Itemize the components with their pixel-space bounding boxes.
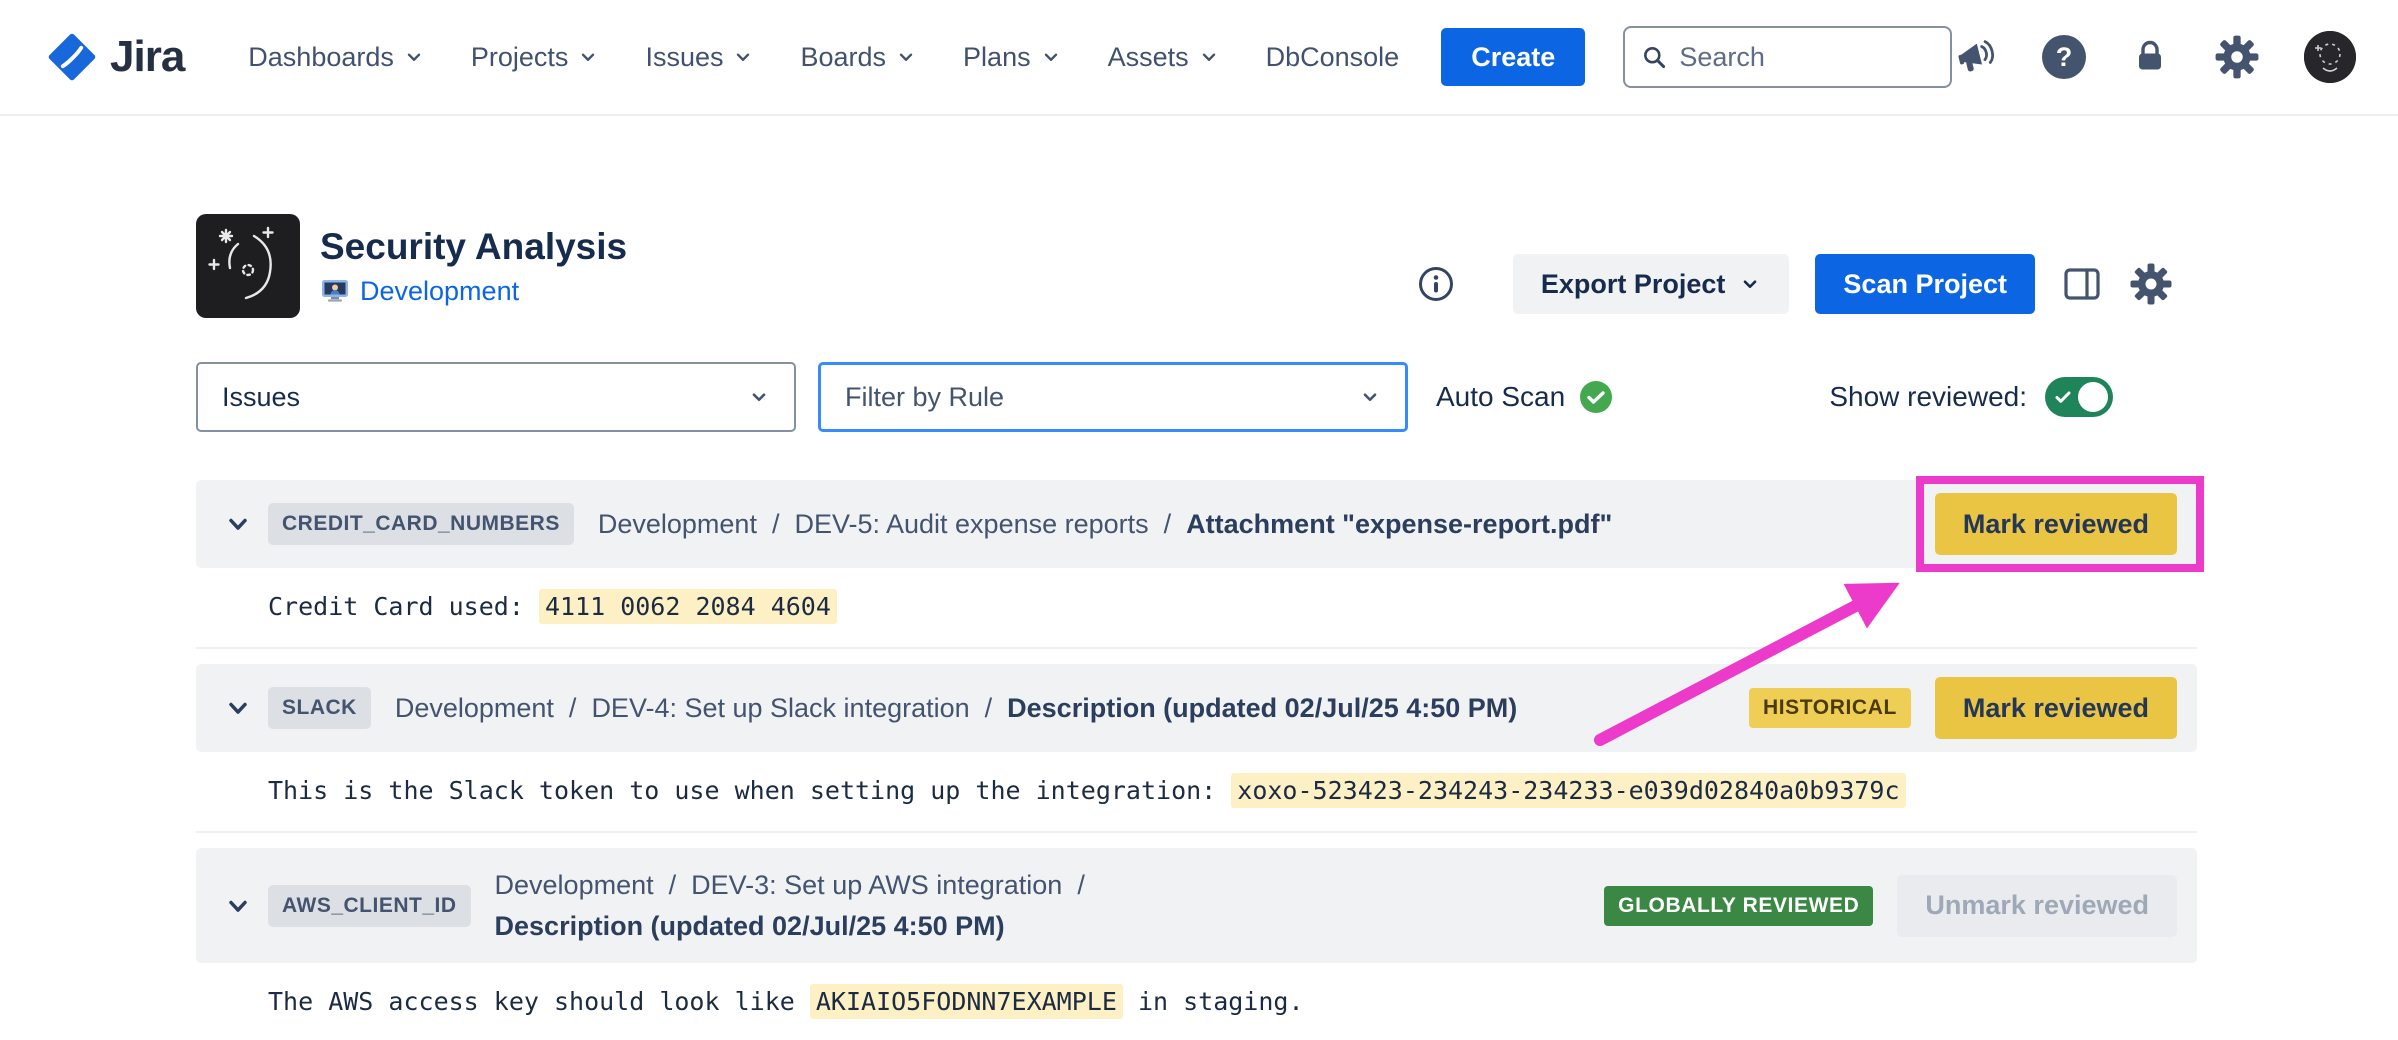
finding-header: SLACK Development / DEV-4: Set up Slack … xyxy=(196,664,2197,752)
mark-reviewed-button[interactable]: Mark reviewed xyxy=(1935,493,2177,555)
chevron-down-icon xyxy=(403,46,425,68)
nav-item-boards[interactable]: Boards xyxy=(800,42,917,73)
toggle-knob xyxy=(2078,382,2108,412)
finding-snippet: The AWS access key should look like AKIA… xyxy=(196,963,2197,1040)
rule-badge: AWS_CLIENT_ID xyxy=(268,885,471,927)
user-avatar[interactable] xyxy=(2304,31,2356,83)
page-body: Security Analysis Development xyxy=(0,214,2398,1040)
rule-filter-select[interactable]: Filter by Rule xyxy=(818,362,1408,432)
page-settings-button[interactable] xyxy=(2129,262,2173,306)
gear-icon xyxy=(2129,262,2173,306)
nav-item-projects[interactable]: Projects xyxy=(471,42,600,73)
chevron-down-icon xyxy=(895,46,917,68)
finding-snippet: This is the Slack token to use when sett… xyxy=(196,752,2197,833)
main-nav: Dashboards Projects Issues Boards Plans … xyxy=(248,42,1399,73)
secret-highlight: xoxo-523423-234243-234233-e039d02840a0b9… xyxy=(1231,773,1905,808)
project-header: Security Analysis Development xyxy=(196,214,2197,318)
chevron-down-icon xyxy=(1359,386,1381,408)
rule-badge: SLACK xyxy=(268,687,371,729)
findings-list: CREDIT_CARD_NUMBERS Development / DEV-5:… xyxy=(196,480,2197,1040)
collapse-chevron-icon[interactable] xyxy=(224,694,252,722)
export-project-button[interactable]: Export Project xyxy=(1513,254,1790,314)
finding-breadcrumb[interactable]: Development / DEV-4: Set up Slack integr… xyxy=(395,688,1517,729)
finding-actions: Mark reviewed xyxy=(1915,493,2177,555)
jira-logo[interactable]: Jira xyxy=(46,31,184,83)
info-button[interactable] xyxy=(1417,265,1455,303)
chevron-down-icon xyxy=(732,46,754,68)
search-input[interactable] xyxy=(1679,42,1934,73)
filter-row: Issues Filter by Rule Auto Scan Show rev… xyxy=(196,362,2197,432)
secret-highlight: 4111 0062 2084 4604 xyxy=(539,589,837,624)
finding-row-aws: AWS_CLIENT_ID Development / DEV-3: Set u… xyxy=(196,848,2197,1040)
issue-type-select[interactable]: Issues xyxy=(196,362,796,432)
nav-item-dbconsole[interactable]: DbConsole xyxy=(1266,42,1400,73)
jira-security-analysis-page: Jira Dashboards Projects Issues Boards P… xyxy=(0,0,2398,1040)
finding-actions: GLOBALLY REVIEWED Unmark reviewed xyxy=(1584,875,2177,937)
nav-item-issues[interactable]: Issues xyxy=(645,42,754,73)
project-breadcrumb-link[interactable]: Development xyxy=(320,276,627,307)
announcement-button[interactable] xyxy=(1952,34,1998,80)
top-navigation-bar: Jira Dashboards Projects Issues Boards P… xyxy=(0,0,2398,116)
globally-reviewed-badge: GLOBALLY REVIEWED xyxy=(1604,886,1873,926)
nav-item-plans[interactable]: Plans xyxy=(963,42,1062,73)
settings-button[interactable] xyxy=(2214,34,2260,80)
project-avatar xyxy=(196,214,300,318)
finding-row-slack: SLACK Development / DEV-4: Set up Slack … xyxy=(196,664,2197,833)
lock-icon xyxy=(2130,37,2170,77)
finding-row-credit-card: CREDIT_CARD_NUMBERS Development / DEV-5:… xyxy=(196,480,2197,649)
nav-item-dashboards[interactable]: Dashboards xyxy=(248,42,425,73)
rule-badge: CREDIT_CARD_NUMBERS xyxy=(268,503,574,545)
jira-logo-icon xyxy=(46,31,98,83)
details-panel-icon xyxy=(2061,263,2103,305)
search-icon xyxy=(1641,42,1667,72)
chevron-down-icon xyxy=(1040,46,1062,68)
security-button[interactable] xyxy=(2130,37,2170,77)
collapse-chevron-icon[interactable] xyxy=(224,892,252,920)
finding-header: AWS_CLIENT_ID Development / DEV-3: Set u… xyxy=(196,848,2197,963)
auto-scan-label: Auto Scan xyxy=(1436,381,1565,413)
finding-snippet: Credit Card used: 4111 0062 2084 4604 xyxy=(196,568,2197,649)
megaphone-icon xyxy=(1952,34,1998,80)
chevron-down-icon xyxy=(1198,46,1220,68)
project-name-label: Development xyxy=(360,276,519,307)
collapse-chevron-icon[interactable] xyxy=(224,510,252,538)
info-icon xyxy=(1417,265,1455,303)
finding-actions: HISTORICAL Mark reviewed xyxy=(1729,677,2177,739)
details-panel-button[interactable] xyxy=(2061,263,2103,305)
chevron-down-icon xyxy=(577,46,599,68)
finding-breadcrumb[interactable]: Development / DEV-3: Set up AWS integrat… xyxy=(495,865,1085,946)
secret-highlight: AKIAIO5FODNN7EXAMPLE xyxy=(810,984,1123,1019)
page-title: Security Analysis xyxy=(320,226,627,268)
title-block: Security Analysis Development xyxy=(320,214,627,318)
show-reviewed-label: Show reviewed: xyxy=(1829,381,2027,413)
show-reviewed-toggle[interactable] xyxy=(2045,377,2113,417)
unmark-reviewed-button[interactable]: Unmark reviewed xyxy=(1897,875,2177,937)
topbar-icon-group: ? xyxy=(1952,31,2356,83)
finding-header: CREDIT_CARD_NUMBERS Development / DEV-5:… xyxy=(196,480,2197,568)
scan-project-button[interactable]: Scan Project xyxy=(1815,254,2035,314)
historical-badge: HISTORICAL xyxy=(1749,688,1911,728)
create-button[interactable]: Create xyxy=(1441,28,1585,86)
jira-wordmark: Jira xyxy=(110,32,184,82)
project-avatar-art xyxy=(196,214,300,318)
auto-scan-status: Auto Scan xyxy=(1436,380,1613,414)
global-search[interactable] xyxy=(1623,26,1952,88)
chevron-down-icon xyxy=(748,386,770,408)
toggle-check-icon xyxy=(2054,388,2072,406)
header-actions: Export Project Scan Project xyxy=(1417,254,2197,314)
show-reviewed-control: Show reviewed: xyxy=(1829,377,2113,417)
nav-item-assets[interactable]: Assets xyxy=(1108,42,1220,73)
check-circle-icon xyxy=(1579,380,1613,414)
chevron-down-icon xyxy=(1739,273,1761,295)
question-mark-icon: ? xyxy=(2042,35,2086,79)
help-button[interactable]: ? xyxy=(2042,35,2086,79)
gear-icon xyxy=(2214,34,2260,80)
finding-breadcrumb[interactable]: Development / DEV-5: Audit expense repor… xyxy=(598,504,1612,545)
development-project-icon xyxy=(320,276,350,306)
user-avatar-image xyxy=(2304,31,2356,83)
mark-reviewed-button[interactable]: Mark reviewed xyxy=(1935,677,2177,739)
